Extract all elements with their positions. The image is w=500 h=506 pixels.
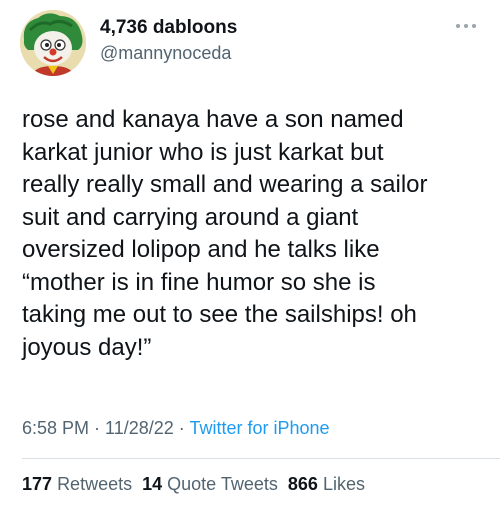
display-name[interactable]: 4,736 dabloons xyxy=(100,17,237,39)
tweet-text: rose and kanaya have a son named karkat … xyxy=(22,104,492,364)
tweet-text-line: taking me out to see the sailships! oh xyxy=(22,301,417,328)
tweet-text-line: joyous day!” xyxy=(22,333,152,361)
quote-tweets-label: Quote Tweets xyxy=(167,474,278,494)
quote-tweets-stat[interactable]: 14 Quote Tweets xyxy=(142,474,278,494)
retweets-stat[interactable]: 177 Retweets xyxy=(22,474,132,494)
tweet-time[interactable]: 6:58 PM xyxy=(22,418,89,438)
tweet-date[interactable]: 11/28/22 xyxy=(105,418,174,438)
likes-stat[interactable]: 866 Likes xyxy=(288,474,365,494)
tweet-card: 4,736 dabloons @mannynoceda rose and kan… xyxy=(0,0,500,506)
divider xyxy=(22,458,500,459)
likes-count: 866 xyxy=(287,474,318,494)
likes-label: Likes xyxy=(322,474,365,494)
clown-character-icon xyxy=(20,10,86,76)
tweet-source-link[interactable]: Twitter for iPhone xyxy=(189,418,329,438)
retweets-label: Retweets xyxy=(57,474,133,494)
ellipsis-icon xyxy=(456,24,476,28)
meta-separator: · xyxy=(89,418,106,438)
tweet-text-line: “mother is in fine humor so she is xyxy=(22,268,376,296)
tweet-text-line: oversized lolipop and he talks like xyxy=(22,236,380,263)
tweet-text-line: really really small and wearing a sailor xyxy=(22,171,428,198)
tweet-text-line: karkat junior who is just karkat but xyxy=(22,138,384,166)
user-handle[interactable]: @mannynoceda xyxy=(100,43,231,64)
tweet-text-line: suit and carrying around a giant xyxy=(22,203,359,231)
avatar[interactable] xyxy=(20,10,86,76)
retweets-count: 177 xyxy=(22,474,53,494)
tweet-text-line: rose and kanaya have a son named xyxy=(22,106,404,133)
tweet-stats: 177 Retweets 14 Quote Tweets 866 Likes xyxy=(22,474,365,495)
quote-tweets-count: 14 xyxy=(142,474,163,494)
meta-separator: · xyxy=(173,418,190,438)
tweet-meta: 6:58 PM · 11/28/22 · Twitter for iPhone xyxy=(22,418,330,439)
more-options-icon[interactable] xyxy=(454,14,478,38)
